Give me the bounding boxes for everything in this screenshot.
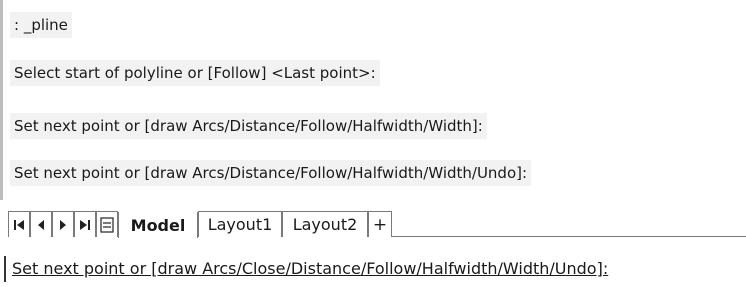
history-line: Select start of polyline or [Follow] <La…	[10, 60, 380, 86]
history-line: : _pline	[10, 12, 72, 38]
command-history: : _pline Select start of polyline or [Fo…	[0, 0, 746, 200]
last-page-icon[interactable]	[74, 211, 96, 237]
previous-page-icon[interactable]	[30, 211, 52, 237]
tab-layout1[interactable]: Layout1	[198, 211, 282, 237]
next-page-icon[interactable]	[52, 211, 74, 237]
history-line: Set next point or [draw Arcs/Distance/Fo…	[10, 160, 532, 186]
add-layout-button[interactable]: +	[368, 211, 392, 237]
command-prompt[interactable]: Set next point or [draw Arcs/Close/Dista…	[12, 256, 608, 282]
first-page-icon[interactable]	[8, 211, 30, 237]
tab-model[interactable]: Model	[118, 212, 198, 238]
text-cursor	[4, 256, 10, 282]
tab-layout2[interactable]: Layout2	[282, 211, 368, 237]
layout-list-icon[interactable]	[96, 211, 118, 237]
layout-tab-bar: Model Layout1 Layout2 +	[8, 208, 746, 238]
history-line: Set next point or [draw Arcs/Distance/Fo…	[10, 113, 487, 139]
